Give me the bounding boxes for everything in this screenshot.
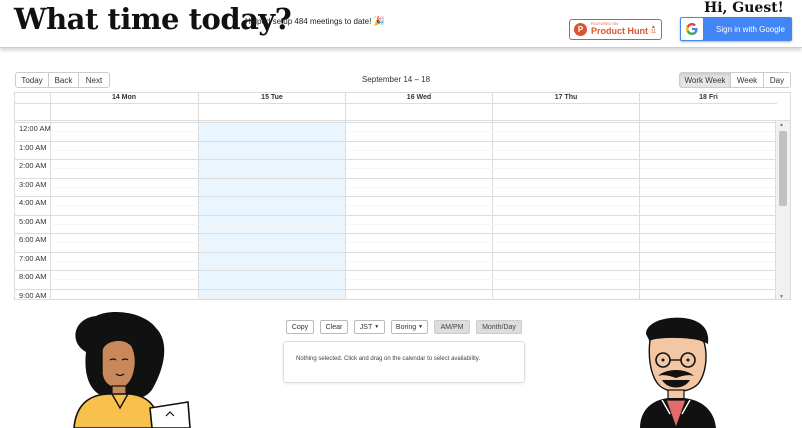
time-slot-label: 3:00 AM xyxy=(19,179,47,189)
half-hour-gridline xyxy=(50,131,777,133)
hour-gridline xyxy=(15,196,777,197)
selection-panel: Nothing selected. Click and drag on the … xyxy=(283,341,525,383)
time-slot-label: 1:00 AM xyxy=(19,142,47,152)
calendar-header: 14 Mon 15 Tue 16 Wed 17 Thu 18 Fri xyxy=(15,93,790,121)
product-hunt-logo-icon: P xyxy=(574,23,587,36)
hour-gridline xyxy=(15,140,777,142)
copy-button[interactable]: Copy xyxy=(286,320,314,334)
next-button[interactable]: Next xyxy=(78,72,110,88)
calendar-scrollbar[interactable]: ▲ ▼ xyxy=(775,121,790,299)
scrollbar-thumb[interactable] xyxy=(779,131,787,206)
day-header-thu: 17 Thu xyxy=(492,93,639,121)
time-slot-label: 6:00 AM xyxy=(19,235,47,244)
meetings-count-tagline: Helped setup 484 meetings to date! 🎉 xyxy=(245,16,385,27)
day-header-wed: 16 Wed xyxy=(345,93,492,121)
time-slot-label: 9:00 AM xyxy=(19,290,47,300)
time-slot-label: 5:00 AM xyxy=(19,216,47,226)
week-view-button[interactable]: Week xyxy=(730,72,764,88)
half-hour-gridline xyxy=(50,168,777,170)
no-selection-message: Nothing selected. Click and drag on the … xyxy=(296,356,480,362)
half-hour-gridline xyxy=(50,205,777,207)
google-sign-in-label: Sign in with Google xyxy=(716,24,785,34)
monthday-toggle[interactable]: Month/Day xyxy=(476,320,522,334)
back-button[interactable]: Back xyxy=(48,72,79,88)
half-hour-gridline xyxy=(50,242,777,244)
caret-down-icon: ▼ xyxy=(418,324,424,330)
today-button[interactable]: Today xyxy=(15,72,49,88)
hour-gridline xyxy=(15,233,777,234)
half-hour-gridline xyxy=(50,260,777,262)
day-label-mon: 14 Mon xyxy=(111,94,137,101)
half-hour-gridline xyxy=(50,279,777,281)
day-label-wed: 16 Wed xyxy=(406,94,432,101)
day-view-button[interactable]: Day xyxy=(763,72,791,88)
timezone-value: JST xyxy=(359,323,373,331)
product-hunt-badge[interactable]: P FEATURED ON Product Hunt ▲ 11 xyxy=(569,19,662,40)
time-slot-label: 4:00 AM xyxy=(19,198,47,207)
half-hour-gridline xyxy=(50,149,777,151)
guest-greeting: Hi, Guest! xyxy=(704,0,784,16)
time-slot-label: 7:00 AM xyxy=(19,253,47,263)
man-with-glasses-illustration xyxy=(640,317,716,428)
date-range-label: September 14 – 18 xyxy=(361,75,431,84)
day-header-fri: 18 Fri xyxy=(639,93,777,121)
hour-gridline xyxy=(15,177,777,179)
half-hour-gridline xyxy=(50,297,777,299)
day-label-fri: 18 Fri xyxy=(699,94,718,101)
tagline-text: Helped setup 484 meetings to date! xyxy=(245,17,372,26)
hour-gridline xyxy=(15,159,777,160)
hour-gridline xyxy=(15,214,777,216)
hour-gridline xyxy=(15,251,777,253)
week-calendar: 14 Mon 15 Tue 16 Wed 17 Thu 18 Fri 12:00… xyxy=(14,92,791,300)
today-column-highlight xyxy=(198,121,345,299)
ampm-toggle[interactable]: AM/PM xyxy=(434,320,470,334)
hour-gridline xyxy=(15,288,777,290)
ph-name-label: Product Hunt xyxy=(591,25,648,36)
time-slot-label: 8:00 AM xyxy=(19,272,47,281)
time-slot-label: 12:00 AM xyxy=(19,124,51,133)
party-popper-icon: 🎉 xyxy=(373,16,385,26)
calendar-grid[interactable]: 12:00 AM 1:00 AM 2:00 AM 3:00 AM 4:00 AM 5:00… xyxy=(15,121,790,300)
day-header-mon-cell: 14 Mon xyxy=(50,93,198,121)
scroll-down-arrow-icon[interactable]: ▼ xyxy=(779,294,784,299)
day-label-thu: 17 Thu xyxy=(554,94,578,101)
theme-dropdown[interactable]: Boring ▼ xyxy=(391,320,428,334)
top-header: What time today? Helped setup 484 meetin… xyxy=(0,0,802,48)
nav-button-group: Today Back Next xyxy=(15,72,110,88)
half-hour-gridline xyxy=(50,186,777,188)
theme-value: Boring xyxy=(395,323,417,331)
view-button-group: Work Week Week Day xyxy=(679,72,791,88)
hour-gridline xyxy=(15,122,777,123)
google-logo-icon xyxy=(681,18,703,40)
hour-gridline xyxy=(15,270,777,271)
caret-down-icon: ▼ xyxy=(374,324,380,330)
day-header-tue: 15 Tue xyxy=(198,93,345,121)
time-slot-label: 2:00 AM xyxy=(19,161,47,170)
half-hour-gridline xyxy=(50,223,777,225)
woman-with-laptop-illustration xyxy=(73,312,191,428)
work-week-view-button[interactable]: Work Week xyxy=(679,72,731,88)
day-label-tue: 15 Tue xyxy=(261,94,283,101)
google-sign-in-button[interactable]: Sign in with Google xyxy=(680,17,792,41)
clear-button[interactable]: Clear xyxy=(320,320,348,334)
upvote-count: 11 xyxy=(650,28,656,35)
scroll-up-arrow-icon[interactable]: ▲ xyxy=(779,122,784,128)
timezone-dropdown[interactable]: JST ▼ xyxy=(354,320,385,334)
